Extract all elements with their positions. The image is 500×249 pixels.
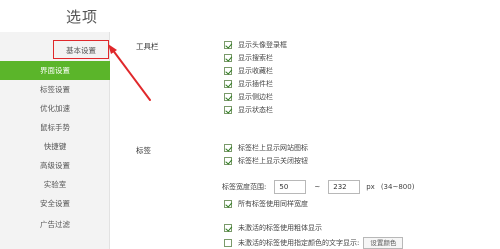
checkbox[interactable] [224,224,232,232]
checkbox[interactable] [224,144,232,152]
option-show-search-bar[interactable]: 显示搜索栏 [224,52,273,64]
option-label: 显示头像登录框 [238,41,287,49]
option-show-close-button[interactable]: 标签栏上显示关闭按钮 [224,155,308,167]
sidebar-item-mouse-gestures[interactable]: 鼠标手势 [0,118,110,137]
tab-width-max-input[interactable]: 232 [328,180,361,194]
option-label: 未激活的标签使用粗体显示 [238,224,322,232]
checkbox[interactable] [224,157,232,165]
checkbox[interactable] [224,239,232,247]
tab-width-label: 标签宽度范围: [222,183,267,191]
option-label: 显示状态栏 [238,106,273,114]
option-show-favorites-bar[interactable]: 显示收藏栏 [224,65,273,77]
sidebar-item-lab[interactable]: 实验室 [0,175,110,194]
toolbar-section-label: 工具栏 [136,42,159,51]
set-color-button[interactable]: 设置颜色 [363,237,404,249]
option-show-plugin-bar[interactable]: 显示插件栏 [224,78,273,90]
checkbox[interactable] [224,93,232,101]
sidebar: 基本设置 界面设置 标签设置 优化加速 鼠标手势 快捷键 高级设置 实验室 安全… [0,32,110,249]
page-title: 选项 [66,8,99,26]
checkbox[interactable] [224,67,232,75]
option-label: 显示侧边栏 [238,93,273,101]
option-label: 所有标签使用同样宽度 [238,200,308,208]
checkbox[interactable] [224,41,232,49]
option-show-status-bar[interactable]: 显示状态栏 [224,104,273,116]
option-same-width[interactable]: 所有标签使用同样宽度 [224,198,308,210]
sidebar-item-shortcuts[interactable]: 快捷键 [0,137,110,156]
sidebar-item-security[interactable]: 安全设置 [0,194,110,213]
option-show-site-icon[interactable]: 标签栏上显示网站图标 [224,142,308,154]
range-hint: (34~800) [380,183,415,191]
option-show-sidebar[interactable]: 显示侧边栏 [224,91,273,103]
option-label: 显示收藏栏 [238,67,273,75]
sidebar-item-ad-filter[interactable]: 广告过滤 [0,215,110,234]
sidebar-item-tab-settings[interactable]: 标签设置 [0,80,110,99]
option-show-avatar-login[interactable]: 显示头像登录框 [224,39,287,51]
option-label: 标签栏上显示网站图标 [238,144,308,152]
tab-width-range: 标签宽度范围: 50 ~ 232 px (34~800) [222,180,414,194]
checkbox[interactable] [224,80,232,88]
checkbox[interactable] [224,200,232,208]
option-label: 显示搜索栏 [238,54,273,62]
sidebar-item-basic-settings[interactable]: 基本设置 [53,40,109,59]
sidebar-item-advanced[interactable]: 高级设置 [0,156,110,175]
tab-width-min-input[interactable]: 50 [274,180,307,194]
sidebar-item-interface-settings[interactable]: 界面设置 [0,61,110,80]
range-separator: ~ [314,183,321,191]
option-inactive-bold[interactable]: 未激活的标签使用粗体显示 [224,222,322,234]
unit-label: px [366,183,375,191]
checkbox[interactable] [224,54,232,62]
tabs-section-label: 标签 [136,146,151,155]
option-label: 标签栏上显示关闭按钮 [238,157,308,165]
option-label: 显示插件栏 [238,80,273,88]
option-inactive-color[interactable]: 未激活的标签使用指定颜色的文字显示: 设置颜色 [224,237,404,249]
sidebar-item-optimization[interactable]: 优化加速 [0,99,110,118]
option-label: 未激活的标签使用指定颜色的文字显示: [238,239,360,247]
checkbox[interactable] [224,106,232,114]
